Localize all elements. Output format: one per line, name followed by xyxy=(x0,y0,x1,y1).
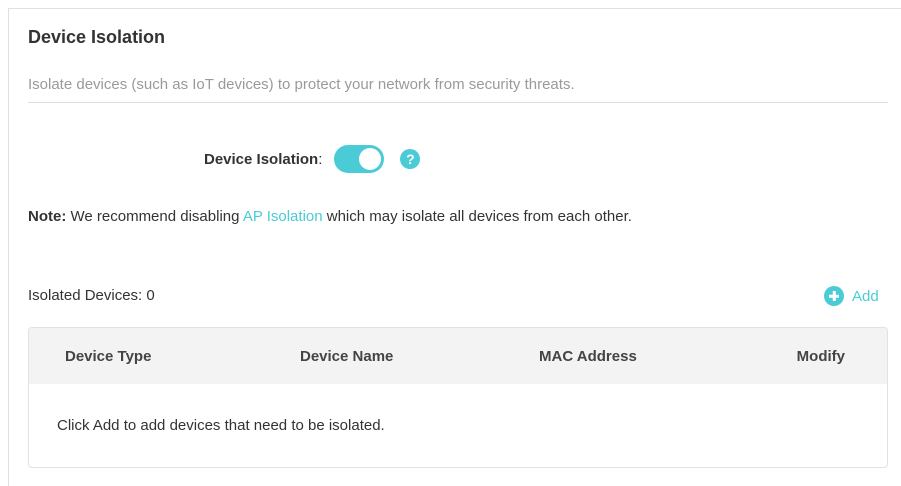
isolated-devices-count: Isolated Devices: 0 xyxy=(28,287,155,304)
column-header-device-name: Device Name xyxy=(300,347,394,365)
column-header-device-type: Device Type xyxy=(65,347,152,365)
device-isolation-label: Device Isolation xyxy=(204,150,319,168)
table-header: Device Type Device Name MAC Address Modi… xyxy=(29,328,887,384)
note-text: Note: We recommend disabling AP Isolatio… xyxy=(28,208,632,225)
section-description: Isolate devices (such as IoT devices) to… xyxy=(28,76,575,93)
device-isolation-colon: : xyxy=(318,150,323,168)
note-text-before: We recommend disabling xyxy=(66,208,243,225)
toggle-knob xyxy=(359,148,382,170)
column-header-modify: Modify xyxy=(796,347,845,365)
ap-isolation-link[interactable]: AP Isolation xyxy=(243,208,323,225)
note-text-after: which may isolate all devices from each … xyxy=(322,208,632,225)
device-isolation-toggle[interactable] xyxy=(334,145,385,173)
isolated-devices-table: Device Type Device Name MAC Address Modi… xyxy=(28,327,888,468)
note-prefix: Note: xyxy=(28,208,67,225)
column-header-mac-address: MAC Address xyxy=(539,347,637,365)
divider xyxy=(28,102,888,103)
device-isolation-row: Device Isolation : ? xyxy=(204,144,421,174)
add-button[interactable]: Add xyxy=(824,286,879,306)
section-title: Device Isolation xyxy=(28,27,166,47)
plus-circle-icon xyxy=(824,286,844,306)
help-icon[interactable]: ? xyxy=(400,149,421,169)
add-button-label: Add xyxy=(852,287,879,305)
empty-table-message: Click Add to add devices that need to be… xyxy=(57,417,385,434)
